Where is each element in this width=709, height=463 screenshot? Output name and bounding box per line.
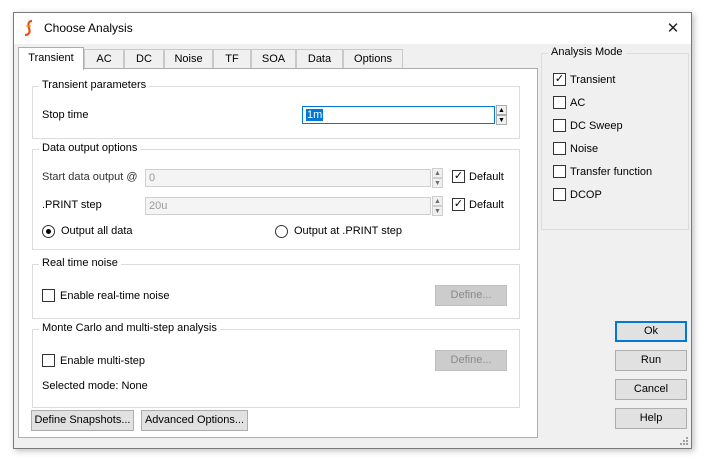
mode-ac-label: AC [570,97,586,109]
spin-down-icon[interactable]: ▼ [496,115,507,125]
mode-dcop-label: DCOP [570,189,602,201]
spin-up-icon[interactable]: ▲ [432,196,443,206]
transient-parameters-group: Transient parameters Stop time 1m ▲ ▼ [32,79,520,139]
tab-options[interactable]: Options [343,49,403,69]
tab-tf[interactable]: TF [213,49,251,69]
define-snapshots-button[interactable]: Define Snapshots... [31,410,134,431]
enable-real-time-noise-checkbox[interactable] [42,289,55,302]
output-all-data-radio[interactable] [42,225,55,238]
print-step-input[interactable]: 20u [145,197,431,215]
multi-step-define-button[interactable]: Define... [435,350,507,371]
title-bar[interactable]: Choose Analysis ✕ [14,13,691,44]
mode-transfer-function-label: Transfer function [570,166,653,178]
mode-noise-checkbox[interactable] [553,142,566,155]
print-step-label: .PRINT step [42,199,102,211]
enable-real-time-noise-label: Enable real-time noise [60,290,170,302]
print-default-checkbox[interactable]: ✓ [452,198,465,211]
cancel-button[interactable]: Cancel [615,379,687,400]
app-logo-icon [24,20,33,36]
tab-data[interactable]: Data [296,49,343,69]
mode-noise-label: Noise [570,143,599,155]
enable-multi-step-checkbox[interactable] [42,354,55,367]
start-default-label: Default [469,171,504,183]
data-output-options-group: Data output options Start data output @ … [32,142,520,250]
real-time-noise-define-button[interactable]: Define... [435,285,507,306]
print-default-label: Default [469,199,504,211]
mode-transient-label: Transient [570,74,616,86]
selected-mode-text: Selected mode: None [42,380,148,392]
transient-parameters-title: Transient parameters [39,79,150,91]
help-button[interactable]: Help [615,408,687,429]
stop-time-spinner[interactable]: ▲ ▼ [496,105,507,125]
advanced-options-button[interactable]: Advanced Options... [141,410,248,431]
real-time-noise-title: Real time noise [39,257,121,269]
spin-up-icon[interactable]: ▲ [496,105,507,115]
analysis-mode-group: Analysis Mode ✓ Transient AC DC Sweep No… [541,46,689,230]
print-step-spinner[interactable]: ▲ ▼ [432,196,443,216]
spin-down-icon[interactable]: ▼ [432,206,443,216]
enable-multi-step-label: Enable multi-step [60,355,145,367]
ok-button[interactable]: Ok [615,321,687,342]
start-default-checkbox[interactable]: ✓ [452,170,465,183]
mode-transient-checkbox[interactable]: ✓ [553,73,566,86]
data-output-options-title: Data output options [39,142,141,154]
tab-ac[interactable]: AC [84,49,124,69]
mode-dc-sweep-checkbox[interactable] [553,119,566,132]
analysis-mode-title: Analysis Mode [548,46,626,58]
tab-noise[interactable]: Noise [164,49,213,69]
monte-carlo-title: Monte Carlo and multi-step analysis [39,322,220,334]
monte-carlo-group: Monte Carlo and multi-step analysis Enab… [32,322,520,408]
tab-dc[interactable]: DC [124,49,164,69]
choose-analysis-dialog: Choose Analysis ✕ Transient AC DC Noise … [13,12,692,449]
tab-transient[interactable]: Transient [18,47,84,70]
window-title: Choose Analysis [44,21,133,35]
start-data-output-spinner[interactable]: ▲ ▼ [432,168,443,188]
close-button[interactable]: ✕ [655,13,691,44]
output-print-step-label: Output at .PRINT step [294,225,403,237]
start-data-output-input[interactable]: 0 [145,169,431,187]
spin-up-icon[interactable]: ▲ [432,168,443,178]
mode-dc-sweep-label: DC Sweep [570,120,623,132]
stop-time-label: Stop time [42,109,89,121]
output-print-step-radio[interactable] [275,225,288,238]
resize-grip-icon[interactable] [679,436,689,446]
transient-tab-panel: Transient parameters Stop time 1m ▲ ▼ Da… [18,68,538,438]
mode-transfer-function-checkbox[interactable] [553,165,566,178]
real-time-noise-group: Real time noise Enable real-time noise D… [32,257,520,319]
start-data-output-label: Start data output @ [42,171,138,183]
tab-soa[interactable]: SOA [251,49,296,69]
run-button[interactable]: Run [615,350,687,371]
radio-selected-dot [46,229,51,234]
mode-dcop-checkbox[interactable] [553,188,566,201]
mode-ac-checkbox[interactable] [553,96,566,109]
spin-down-icon[interactable]: ▼ [432,178,443,188]
output-all-data-label: Output all data [61,225,133,237]
stop-time-value: 1m [306,109,324,121]
stop-time-input[interactable]: 1m [302,106,495,124]
